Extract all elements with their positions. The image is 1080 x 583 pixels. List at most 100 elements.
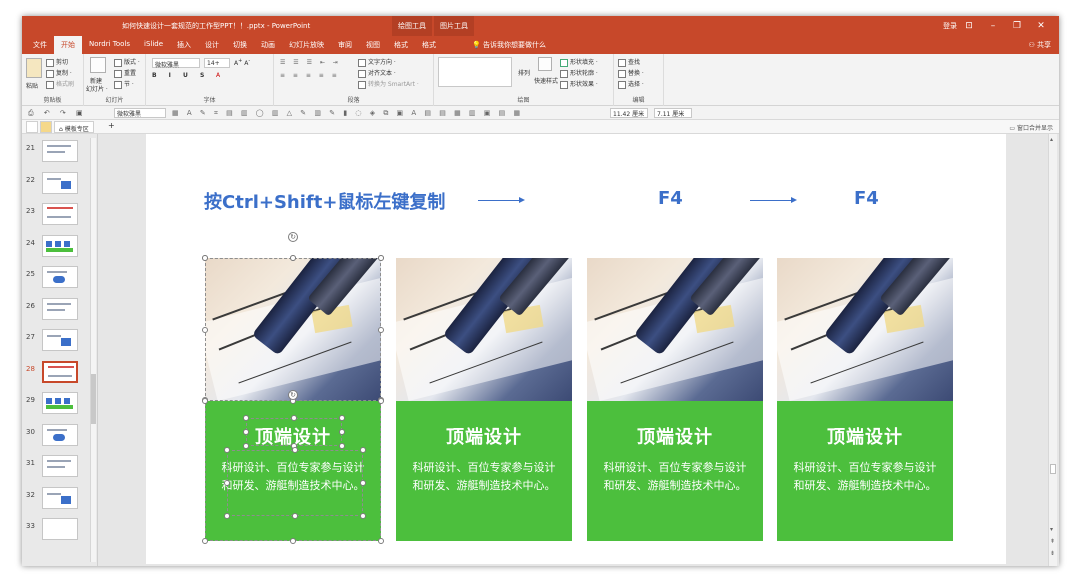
feature-card[interactable]: 顶端设计 科研设计、百位专家参与设计和研发、游艇制造技术中心。 [587,258,763,541]
body-selection-box[interactable] [227,450,363,516]
ribbon-tab-4[interactable]: 插入 [170,36,198,54]
new-slide-dropdown[interactable]: 幻灯片 · [86,84,108,93]
login-button[interactable]: 登录 [943,21,957,31]
resize-handle[interactable] [378,538,384,544]
pen-drawing-photo[interactable] [396,258,572,401]
select-button[interactable]: 选择 · [618,79,644,89]
quick-styles-icon[interactable] [538,57,552,71]
align-text-button[interactable]: 对齐文本 · [358,68,396,78]
resize-handle[interactable] [360,480,366,486]
ribbon-tab-10[interactable]: 视图 [359,36,387,54]
ribbon-tab-12[interactable]: 格式 [415,36,443,54]
pen-drawing-photo[interactable] [777,258,953,401]
thumbnail-scrollbar[interactable] [90,138,96,562]
resize-handle[interactable] [339,415,345,421]
shape-outline-button[interactable]: 形状轮廓 · [560,68,598,78]
slide-thumbnail[interactable] [42,423,78,446]
resize-handle[interactable] [360,447,366,453]
paste-button[interactable]: 粘贴 [26,81,38,90]
slide-thumbnail[interactable] [42,329,78,351]
slide-thumbnail-row[interactable]: 28 [22,360,98,387]
slide-thumbnail-row[interactable]: 27 [22,329,98,355]
resize-handle[interactable] [224,480,230,486]
slide-thumbnail-row[interactable]: 30 [22,423,98,450]
rotate-handle-icon[interactable]: ↻ [288,232,298,242]
folder-icon[interactable] [40,121,52,133]
slide-thumbnail[interactable] [42,140,78,162]
align-buttons[interactable]: ≡ ≡ ≡ ≡ ≡ [280,72,340,79]
new-tab-button[interactable]: + [104,121,119,133]
slide-thumbnail-row[interactable]: 24 [22,234,98,261]
shapes-gallery[interactable] [438,57,512,87]
slide-thumbnail-row[interactable]: 22 [22,171,98,198]
close-icon[interactable]: ✕ [1029,16,1053,36]
width-input[interactable]: 11.42 厘米 [610,108,648,118]
slide-vertical-scrollbar[interactable]: ▴ ▾ ⇞ ⇟ [1048,134,1057,566]
title-selection-box[interactable] [246,418,342,446]
layout-button[interactable]: 版式 · [114,57,140,67]
slide-thumbnail[interactable] [42,266,78,288]
cut-button[interactable]: 剪切 [46,57,68,67]
resize-handle[interactable] [339,443,345,449]
font-color-icon[interactable]: A [216,72,220,79]
text-direction-button[interactable]: 文字方向 · [358,57,396,67]
doc-tab-template[interactable]: ⌂ 模板专区 [54,121,94,133]
resize-handle[interactable] [202,326,208,333]
minimize-icon[interactable]: – [981,16,1005,36]
resize-handle[interactable] [243,429,249,435]
ribbon-tab-3[interactable]: iSlide [137,36,170,54]
file-icon[interactable] [26,121,38,133]
slide-thumbnail-row[interactable]: 26 [22,297,98,324]
slide-thumbnail-row[interactable]: 32 [22,486,98,513]
find-button[interactable]: 查找 [618,57,640,67]
rotate-handle-icon[interactable]: ↻ [288,390,298,400]
picture-selection-box[interactable] [205,258,381,401]
feature-card[interactable]: 顶端设计 科研设计、百位专家参与设计和研发、游艇制造技术中心。 [396,258,572,541]
ribbon-tab-9[interactable]: 审阅 [331,36,359,54]
card-body[interactable]: 科研设计、百位专家参与设计和研发、游艇制造技术中心。 [410,459,558,495]
resize-handle[interactable] [339,429,345,435]
share-button[interactable]: ⚇ 共享 [1028,40,1051,50]
scroll-up-icon[interactable]: ▴ [1050,136,1053,143]
smartart-button[interactable]: 转换为 SmartArt · [358,79,419,89]
restore-icon[interactable]: ❐ [1005,16,1029,36]
scroll-down-icon[interactable]: ▾ [1050,526,1053,533]
slide-scroll-thumb[interactable] [1050,464,1056,474]
arrange-button[interactable]: 排列 [518,68,530,77]
font-size-select[interactable]: 14+ [204,58,230,68]
format-painter-button[interactable]: 格式刷 [46,79,74,89]
next-slide-icon[interactable]: ⇟ [1050,550,1055,557]
slide-thumbnail[interactable] [42,392,78,414]
reset-button[interactable]: 重置 [114,68,136,78]
resize-handle[interactable] [378,326,384,333]
new-slide-icon[interactable] [90,57,106,73]
slide-thumbnail-row[interactable]: 25 [22,266,98,292]
slide-thumbnail[interactable] [42,486,78,509]
slide-thumbnail-row[interactable]: 29 [22,392,98,418]
qat-tool-icons[interactable]: ▦ A ✎ ⌗ ▤ ▥ ◯ ▥ △ ✎ ▥ ✎ ▮ ◌ ◈ ⧉ ▣ A ▤ ▤ … [172,109,523,118]
ribbon-display-icon[interactable]: ⊡ [957,16,981,36]
pen-drawing-photo[interactable] [587,258,763,401]
prev-slide-icon[interactable]: ⇞ [1050,538,1055,545]
height-input[interactable]: 7.11 厘米 [654,108,692,118]
slide-thumbnail[interactable] [42,171,78,194]
card-title[interactable]: 顶端设计 [777,423,953,449]
resize-handle[interactable] [224,447,230,453]
ribbon-tab-1[interactable]: 开始 [54,36,82,54]
slide-thumbnail[interactable] [42,455,78,477]
context-tab-picture-tools[interactable]: 图片工具 [434,16,474,36]
slide-thumbnail[interactable] [42,234,78,257]
slide-thumbnail-row[interactable]: 31 [22,455,98,481]
copy-button[interactable]: 复制 · [46,68,72,78]
card-body[interactable]: 科研设计、百位专家参与设计和研发、游艇制造技术中心。 [791,459,939,495]
resize-handle[interactable] [292,513,298,519]
quick-styles-button[interactable]: 快速样式 [534,76,558,85]
resize-handle[interactable] [224,513,230,519]
ribbon-tab-8[interactable]: 幻灯片放映 [282,36,331,54]
resize-handle[interactable] [202,255,208,261]
slide-thumbnail[interactable] [42,360,78,383]
list-buttons[interactable]: ☰ ☰ ☰ ⇤ ⇥ [280,59,341,66]
resize-handle[interactable] [378,398,384,404]
thumbnail-scroll-thumb[interactable] [91,374,96,424]
slide-thumbnail-row[interactable]: 33 [22,518,98,544]
